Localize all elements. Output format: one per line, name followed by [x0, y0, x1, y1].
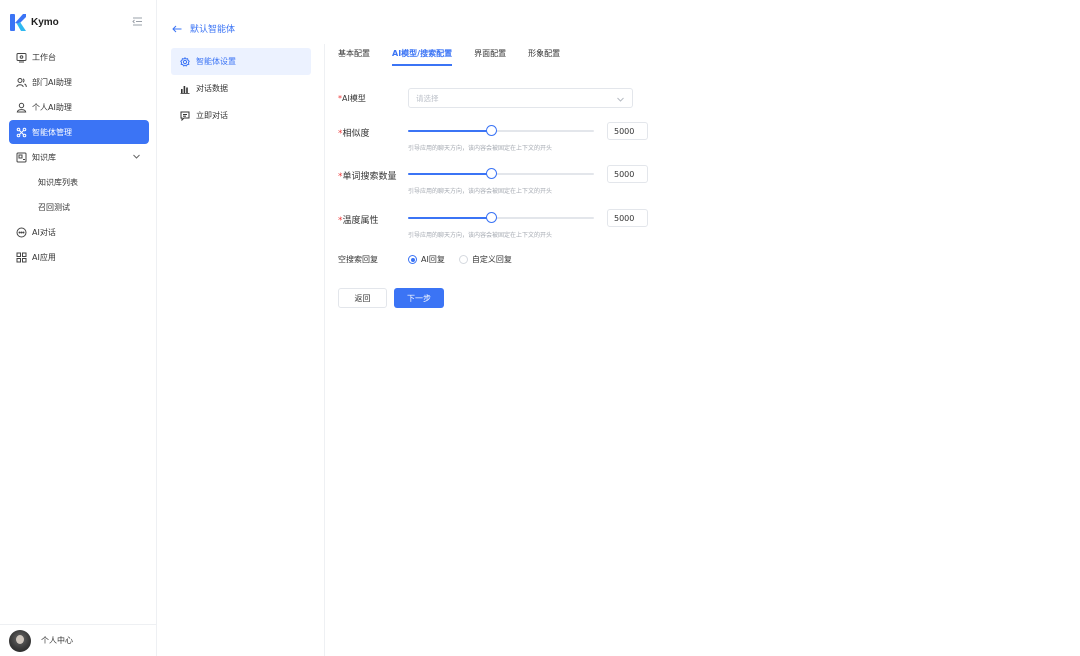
team-icon [16, 77, 27, 88]
nav-item-dashboard[interactable]: 工作台 [9, 45, 149, 69]
temperature-label: *温度属性 [338, 216, 379, 226]
search-count-hint: 引导应用的聊天方向，该内容会被固定在上下文的开头 [408, 188, 553, 195]
nav-label: AI应用 [32, 252, 56, 262]
user-center-label: 个人中心 [41, 636, 73, 645]
nav-item-ai-chat[interactable]: AI对话 [9, 220, 149, 244]
nav-label: 智能体管理 [32, 127, 72, 137]
submenu-chat-now[interactable]: 立即对话 [171, 102, 311, 129]
empty-reply-label: 空搜索回复 [338, 255, 378, 264]
submenu-label: 立即对话 [196, 111, 228, 120]
similarity-input[interactable]: 5000 [607, 122, 648, 140]
search-count-label: *单词搜索数量 [338, 172, 397, 182]
slider-fill [408, 130, 492, 132]
model-label: *AI模型 [338, 94, 366, 103]
agent-submenu: 智能体设置 对话数据 立即对话 [171, 48, 311, 129]
tab-model-search-config[interactable]: AI模型/搜索配置 [392, 44, 453, 66]
nav-label: 知识库列表 [38, 177, 78, 187]
user-center[interactable]: 个人中心 [0, 624, 157, 656]
logo[interactable]: Kymo [10, 14, 59, 31]
model-select[interactable]: 请选择 [408, 88, 633, 108]
nav-label: 部门AI助理 [32, 77, 72, 87]
next-button[interactable]: 下一步 [394, 288, 444, 308]
divider [324, 44, 325, 656]
nav-item-knowledge-list[interactable]: 知识库列表 [9, 170, 149, 194]
settings-gear-icon [180, 56, 190, 67]
nav-label: AI对话 [32, 227, 56, 237]
model-select-placeholder: 请选择 [416, 93, 439, 103]
nav-item-dept-assistant[interactable]: 部门AI助理 [9, 70, 149, 94]
radio-ai-reply[interactable]: AI回复 [408, 254, 445, 265]
search-count-slider[interactable] [408, 168, 594, 180]
dashboard-icon [16, 52, 27, 63]
main-nav: 工作台 部门AI助理 个人AI助理 智能体管理 知识库 知识库列表 召回测试 A… [9, 45, 149, 270]
radio-dot [458, 255, 468, 264]
empty-reply-radio-group: AI回复 自定义回复 [408, 254, 526, 265]
submenu-chat-data[interactable]: 对话数据 [171, 75, 311, 102]
message-icon [180, 111, 190, 121]
slider-thumb[interactable] [486, 125, 498, 136]
nav-item-agent-management[interactable]: 智能体管理 [9, 120, 149, 144]
tab-basic-config[interactable]: 基本配置 [338, 44, 370, 66]
back-button[interactable]: 返回 [338, 288, 387, 308]
page-title: 默认智能体 [190, 25, 236, 35]
kymo-logo-icon [10, 14, 26, 31]
similarity-hint: 引导应用的聊天方向，该内容会被固定在上下文的开头 [408, 145, 553, 152]
slider-thumb[interactable] [486, 168, 498, 179]
nav-label: 召回测试 [38, 202, 70, 212]
submenu-agent-settings[interactable]: 智能体设置 [171, 48, 311, 75]
config-tabs: 基本配置 AI模型/搜索配置 界面配置 形象配置 [338, 44, 582, 66]
knowledge-icon [16, 152, 27, 163]
avatar[interactable] [9, 629, 31, 652]
nav-item-knowledge-base[interactable]: 知识库 [9, 145, 149, 169]
user-icon [16, 102, 27, 113]
nav-item-recall-test[interactable]: 召回测试 [9, 195, 149, 219]
similarity-slider[interactable] [408, 125, 594, 137]
tab-avatar-config[interactable]: 形象配置 [528, 44, 560, 66]
app-name: Kymo [31, 17, 59, 28]
submenu-label: 智能体设置 [196, 57, 236, 66]
radio-label: 自定义回复 [471, 255, 512, 264]
apps-icon [16, 252, 27, 263]
nav-item-ai-apps[interactable]: AI应用 [9, 245, 149, 269]
chevron-down-icon[interactable] [132, 152, 141, 161]
agent-icon [16, 127, 27, 138]
slider-thumb[interactable] [486, 212, 498, 223]
nav-label: 工作台 [32, 52, 56, 62]
slider-fill [408, 217, 492, 219]
tab-ui-config[interactable]: 界面配置 [474, 44, 506, 66]
temperature-hint: 引导应用的聊天方向，该内容会被固定在上下文的开头 [408, 232, 553, 239]
nav-label: 知识库 [32, 152, 56, 162]
temperature-slider[interactable] [408, 212, 594, 224]
radio-dot [408, 255, 417, 264]
temperature-input[interactable]: 5000 [607, 209, 648, 227]
slider-fill [408, 173, 492, 175]
back-link[interactable]: 默认智能体 [172, 22, 235, 35]
sidebar: Kymo 工作台 部门AI助理 个人AI助理 智能体管理 知识库 知识库列表 召… [0, 0, 157, 656]
similarity-label: *相似度 [338, 129, 370, 139]
search-count-input[interactable]: 5000 [607, 165, 648, 183]
radio-label: AI回复 [421, 255, 445, 264]
collapse-menu-icon[interactable] [132, 16, 143, 27]
bar-chart-icon [180, 84, 190, 94]
chevron-down-icon [617, 97, 624, 102]
chat-icon [16, 227, 27, 238]
nav-label: 个人AI助理 [32, 102, 72, 112]
submenu-label: 对话数据 [196, 84, 228, 93]
nav-item-personal-assistant[interactable]: 个人AI助理 [9, 95, 149, 119]
radio-custom-reply[interactable]: 自定义回复 [458, 254, 512, 265]
arrow-left-icon [172, 25, 182, 32]
